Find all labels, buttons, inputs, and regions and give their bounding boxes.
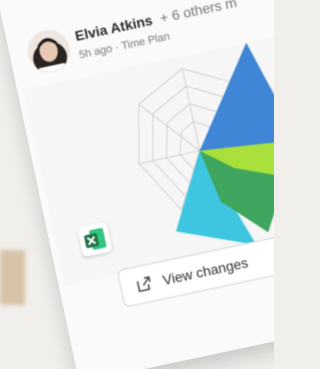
- open-external-icon: [136, 276, 151, 293]
- excel-glyph: [84, 227, 107, 250]
- activity-card-content: Elvia Atkins + 6 others m 5h ago · Time …: [0, 0, 274, 369]
- avatar-image: [23, 26, 74, 76]
- others-count[interactable]: + 6 others m: [158, 0, 238, 26]
- screenshot-scene: Elvia Atkins + 6 others m 5h ago · Time …: [0, 0, 274, 369]
- excel-icon[interactable]: [77, 221, 113, 258]
- activity-card[interactable]: Elvia Atkins + 6 others m 5h ago · Time …: [0, 0, 274, 369]
- view-changes-label: View changes: [161, 254, 250, 289]
- avatar[interactable]: [23, 26, 74, 76]
- background-photo: [0, 250, 25, 305]
